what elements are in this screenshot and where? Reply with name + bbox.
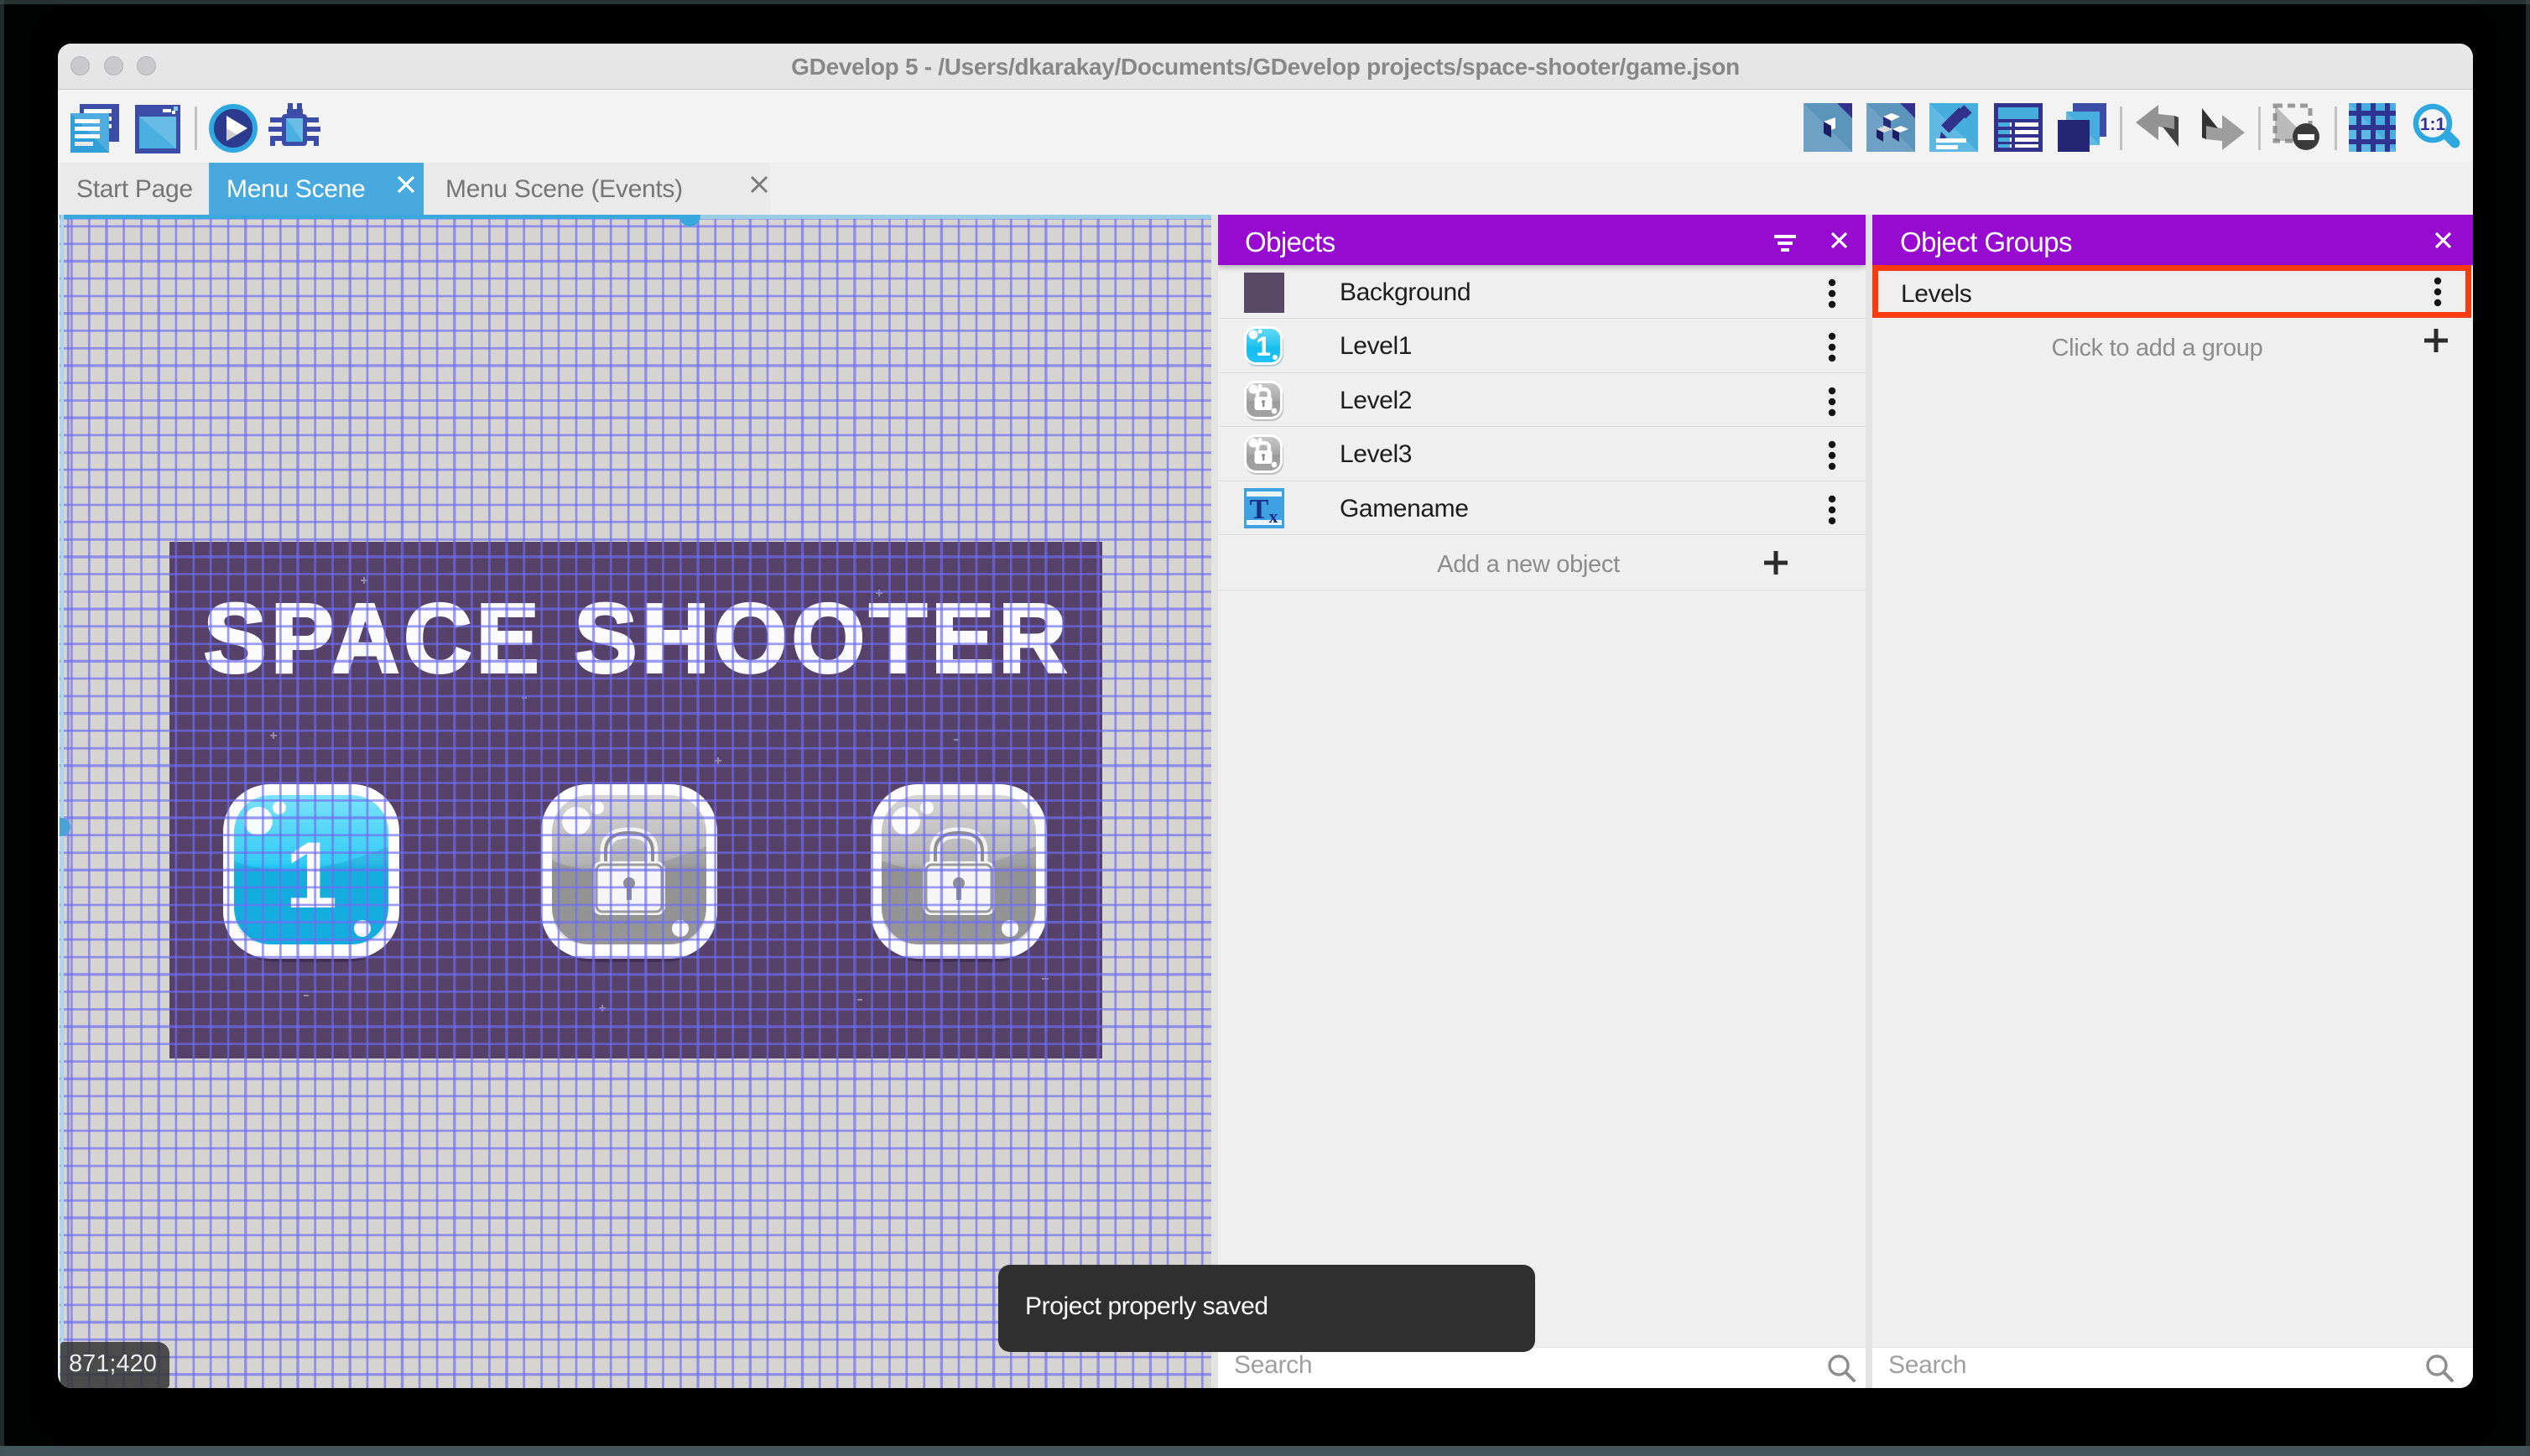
svg-text:x: x [1269,506,1278,527]
svg-text:1: 1 [1256,331,1271,361]
svg-text:1:1: 1:1 [2420,115,2446,134]
svg-text:T: T [1250,494,1269,525]
